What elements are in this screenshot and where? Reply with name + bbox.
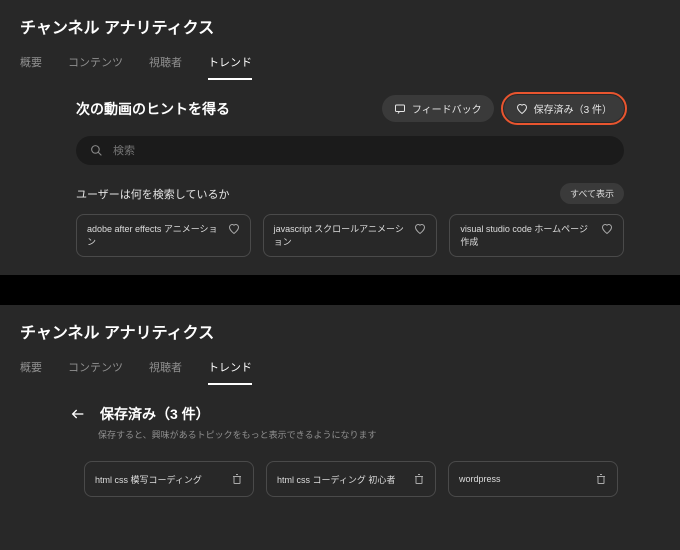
saved-card-text: html css 模写コーディング [95,473,231,486]
heart-icon[interactable] [228,223,240,235]
heart-icon [516,103,528,115]
tab-content[interactable]: コンテンツ [68,359,123,385]
tabs: 概要 コンテンツ 視聴者 トレンド [0,359,680,386]
header: チャンネル アナリティクス [0,0,680,38]
saved-label: 保存済み（3 件） [534,101,612,116]
tabs: 概要 コンテンツ 視聴者 トレンド [0,54,680,81]
page-title: チャンネル アナリティクス [20,14,660,38]
search-card-text: javascript スクロールアニメーション [274,223,415,248]
search-input[interactable] [113,145,610,157]
saved-card-text: html css コーディング 初心者 [277,473,413,486]
trash-icon[interactable] [413,473,425,485]
page-title: チャンネル アナリティクス [20,319,660,343]
heart-icon[interactable] [414,223,426,235]
saved-page-title: 保存済み（3 件） [100,404,210,424]
search-bar[interactable] [76,136,624,165]
feedback-button[interactable]: フィードバック [382,95,494,122]
trash-icon[interactable] [231,473,243,485]
search-card-text: adobe after effects アニメーション [87,223,228,248]
tab-overview[interactable]: 概要 [20,54,42,80]
show-all-searches-button[interactable]: すべて表示 [560,183,624,204]
tab-audience[interactable]: 視聴者 [149,359,182,385]
search-card[interactable]: adobe after effects アニメーション [76,214,251,257]
search-card[interactable]: javascript スクロールアニメーション [263,214,438,257]
saved-button[interactable]: 保存済み（3 件） [504,95,624,122]
heart-icon[interactable] [601,223,613,235]
search-cards-row: adobe after effects アニメーション javascript ス… [76,214,624,257]
saved-page-description: 保存すると、興味があるトピックをもっと表示できるようになります [98,428,624,441]
tab-trends[interactable]: トレンド [208,359,252,385]
search-icon [90,144,103,157]
saved-card-text: wordpress [459,474,595,484]
search-trends-title: ユーザーは何を検索しているか [76,186,229,202]
search-card[interactable]: visual studio code ホームページ作成 [449,214,624,257]
saved-card[interactable]: html css 模写コーディング [84,461,254,497]
tab-trends[interactable]: トレンド [208,54,252,80]
analytics-trends-panel: チャンネル アナリティクス 概要 コンテンツ 視聴者 トレンド 次の動画のヒント… [0,0,680,275]
search-card-text: visual studio code ホームページ作成 [460,223,601,248]
tab-audience[interactable]: 視聴者 [149,54,182,80]
feedback-label: フィードバック [412,101,482,116]
saved-card[interactable]: html css コーディング 初心者 [266,461,436,497]
tab-overview[interactable]: 概要 [20,359,42,385]
saved-content: 保存済み（3 件） 保存すると、興味があるトピックをもっと表示できるようになりま… [0,386,680,497]
trash-icon[interactable] [595,473,607,485]
tab-content[interactable]: コンテンツ [68,54,123,80]
hints-title: 次の動画のヒントを得る [76,99,230,119]
trends-content: 次の動画のヒントを得る フィードバック 保存済み（3 件） [0,81,680,275]
header: チャンネル アナリティクス [0,305,680,343]
analytics-saved-panel: チャンネル アナリティクス 概要 コンテンツ 視聴者 トレンド 保存済み（3 件… [0,305,680,550]
back-arrow-icon[interactable] [70,406,86,422]
comment-icon [394,103,406,115]
saved-items-row: html css 模写コーディング html css コーディング 初心者 wo… [84,461,624,497]
saved-card[interactable]: wordpress [448,461,618,497]
